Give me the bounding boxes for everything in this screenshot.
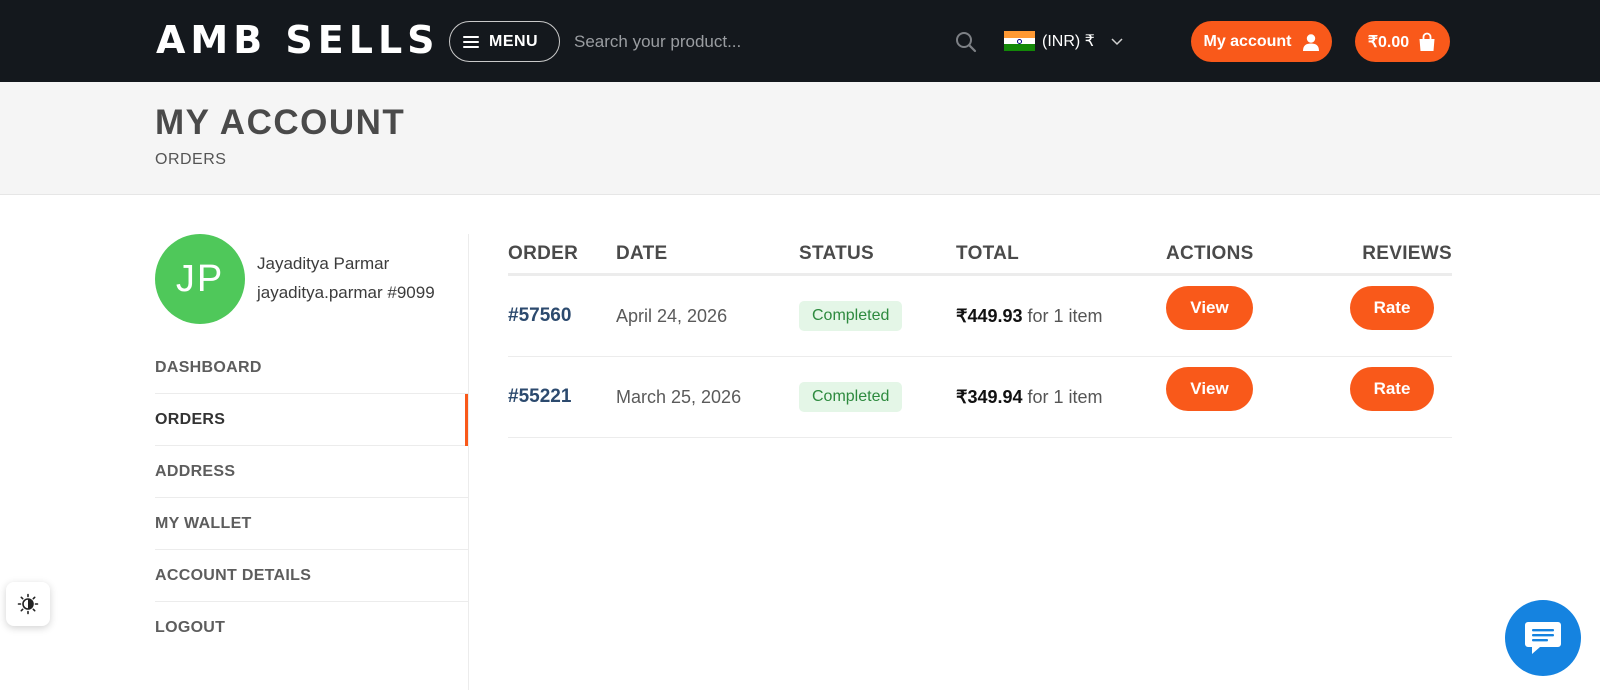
rate-order-button[interactable]: Rate — [1350, 367, 1434, 411]
view-order-button[interactable]: View — [1166, 367, 1253, 411]
chevron-down-icon — [1111, 38, 1123, 46]
order-date: March 25, 2026 — [616, 386, 742, 407]
menu-label: MENU — [489, 32, 539, 50]
order-item-count: for 1 item — [1027, 305, 1103, 326]
column-header-date: DATE — [616, 242, 668, 264]
sidebar-item-logout[interactable]: LOGOUT — [155, 602, 469, 654]
order-number-link[interactable]: #57560 — [508, 305, 571, 326]
page-title: MY ACCOUNT — [155, 103, 406, 142]
column-header-status: STATUS — [799, 242, 874, 264]
column-header-reviews: REVIEWS — [1362, 242, 1452, 264]
user-handle: jayaditya.parmar #9099 — [257, 283, 435, 302]
sidebar-item-my-wallet[interactable]: MY WALLET — [155, 498, 469, 550]
table-header-row: ORDER DATE STATUS TOTAL ACTIONS REVIEWS — [508, 234, 1452, 276]
currency-selector[interactable]: (INR) ₹ — [1004, 29, 1124, 53]
order-total-amount: ₹449.93 — [956, 305, 1023, 326]
sidebar-item-address[interactable]: ADDRESS — [155, 446, 469, 498]
india-flag-icon — [1004, 31, 1035, 52]
column-header-order: ORDER — [508, 242, 579, 264]
order-number-link[interactable]: #55221 — [508, 386, 571, 407]
table-row: #55221 March 25, 2026 Completed ₹349.94 … — [508, 357, 1452, 438]
orders-table: ORDER DATE STATUS TOTAL ACTIONS REVIEWS … — [508, 234, 1452, 438]
status-badge: Completed — [799, 301, 903, 331]
order-date: April 24, 2026 — [616, 305, 728, 326]
chat-icon — [1525, 622, 1561, 654]
search-icon[interactable] — [955, 31, 977, 53]
theme-toggle-icon — [17, 593, 39, 615]
user-name: Jayaditya Parmar — [257, 254, 390, 273]
currency-label: (INR) ₹ — [1042, 33, 1095, 50]
shopping-bag-icon — [1419, 32, 1435, 51]
theme-toggle-button[interactable] — [6, 582, 50, 626]
sidebar-item-dashboard[interactable]: DASHBOARD — [155, 342, 469, 394]
sidebar-item-account-details[interactable]: ACCOUNT DETAILS — [155, 550, 469, 602]
site-logo[interactable]: AMB SELLS — [156, 18, 440, 62]
rate-order-button[interactable]: Rate — [1350, 286, 1434, 330]
menu-button[interactable]: MENU — [449, 21, 560, 62]
table-row: #57560 April 24, 2026 Completed ₹449.93 … — [508, 276, 1452, 357]
cart-total: ₹0.00 — [1367, 33, 1410, 51]
search-input[interactable] — [574, 26, 934, 58]
my-account-button[interactable]: My account — [1191, 21, 1332, 62]
avatar: JP — [155, 234, 245, 324]
breadcrumb: ORDERS — [155, 151, 227, 168]
column-header-total: TOTAL — [956, 242, 1020, 264]
column-header-actions: ACTIONS — [1166, 242, 1254, 264]
order-total-amount: ₹349.94 — [956, 386, 1023, 407]
sidebar-divider — [468, 234, 469, 690]
hamburger-icon — [463, 35, 479, 48]
top-navigation-bar: AMB SELLS MENU (INR) ₹ My account ₹0.00 — [0, 0, 1600, 82]
view-order-button[interactable]: View — [1166, 286, 1253, 330]
order-total: ₹349.94 for 1 item — [956, 387, 1166, 408]
cart-button[interactable]: ₹0.00 — [1355, 21, 1450, 62]
chat-button[interactable] — [1505, 600, 1581, 676]
sidebar-item-orders[interactable]: ORDERS — [155, 394, 469, 446]
user-icon — [1302, 33, 1319, 51]
account-sidebar-nav: DASHBOARD ORDERS ADDRESS MY WALLET ACCOU… — [155, 342, 469, 654]
order-item-count: for 1 item — [1027, 386, 1103, 407]
page-title-band: MY ACCOUNT ORDERS — [0, 82, 1600, 195]
order-total: ₹449.93 for 1 item — [956, 306, 1166, 327]
status-badge: Completed — [799, 382, 903, 412]
my-account-label: My account — [1203, 32, 1292, 50]
